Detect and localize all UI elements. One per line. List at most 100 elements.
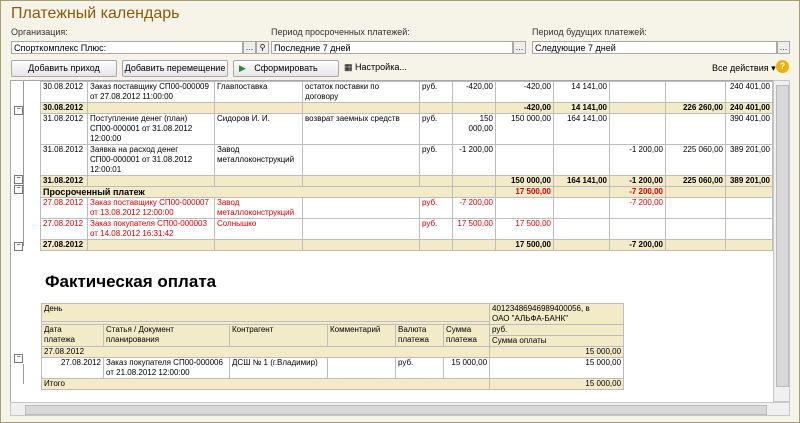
cell-sum: -420,00 <box>452 81 496 103</box>
cell-c2 <box>553 218 610 240</box>
future-period-button[interactable]: … <box>777 41 790 54</box>
cell-c2 <box>553 197 610 219</box>
cell-c1 <box>495 197 554 219</box>
settings-button[interactable]: ▦ Настройка... <box>344 62 407 73</box>
help-icon[interactable]: ? <box>776 60 789 73</box>
cell-date: 27.08.2012 <box>40 218 88 240</box>
cell-sum: -7 200,00 <box>452 197 496 219</box>
horizontal-scrollbar[interactable] <box>10 402 790 416</box>
cell-c4 <box>665 81 726 103</box>
row-comment <box>327 357 396 379</box>
cell-c5: 389 201,00 <box>725 175 773 187</box>
cell-c1: 17 500,00 <box>495 239 554 251</box>
collapse-icon[interactable]: − <box>14 354 23 363</box>
cell-comment: остаток поставки по договору <box>302 81 420 103</box>
cell-c4 <box>665 239 726 251</box>
cell-c2: 14 141,00 <box>553 102 610 114</box>
collapse-icon[interactable]: − <box>14 175 23 184</box>
cell-doc[interactable]: Заказ покупателя СП00-000003 от 14.08.20… <box>87 218 215 240</box>
cell-sum <box>452 175 496 187</box>
overdue-period-field[interactable]: Последние 7 дней <box>271 41 513 54</box>
row-currency: руб. <box>395 357 444 379</box>
cell-c5 <box>725 218 773 240</box>
play-icon: ▶ <box>239 63 246 73</box>
cell-c3: -7 200,00 <box>609 186 666 198</box>
add-income-button[interactable]: Добавить приход <box>11 60 117 77</box>
cell-comment <box>302 239 420 251</box>
col-comment: Комментарий <box>327 324 396 347</box>
cell-c5: 240 401,00 <box>725 81 773 103</box>
col-sum: Сумма платежа <box>442 324 491 347</box>
cell-cur: руб. <box>419 197 453 219</box>
cell-c2: 164 141,00 <box>553 113 610 145</box>
group-sum: 15 000,00 <box>489 346 625 358</box>
cell-c4 <box>665 113 726 145</box>
cell-comment: возврат заемных средств <box>302 113 420 145</box>
org-select-button[interactable]: … <box>243 41 256 54</box>
cell-cur: руб. <box>419 113 453 145</box>
collapse-icon[interactable]: − <box>14 185 23 194</box>
col-date: Дата платежа <box>41 324 104 347</box>
cell-doc[interactable]: Поступление денег (план) СП00-000001 от … <box>87 113 215 145</box>
future-period-field[interactable]: Следующие 7 дней <box>532 41 777 54</box>
cell-date: 31.08.2012 <box>40 175 88 187</box>
plan-table: 30.08.2012 Заказ поставщику СП00-000009 о… <box>40 81 773 251</box>
cell-c5 <box>725 239 773 251</box>
main-window: Платежный календарь Организация: Спортко… <box>0 0 800 423</box>
cell-date: 30.08.2012 <box>40 102 88 114</box>
cell-doc <box>87 102 215 114</box>
org-field[interactable]: Спорткомплекс Плюс: <box>11 41 243 54</box>
subtotal-row: 30.08.2012 -420,00 14 141,00 226 260,00 240 … <box>40 102 773 114</box>
outline-line <box>23 364 24 384</box>
table-row: 27.08.2012 Заказ поставщику СП00-000007 о… <box>40 197 773 219</box>
cell-doc[interactable]: Заказ поставщику СП00-000009 от 27.08.20… <box>87 81 215 103</box>
table-row: 31.08.2012 Заявка на расход денег СП00-00… <box>40 144 773 176</box>
vertical-scrollbar[interactable] <box>773 80 790 402</box>
cell-sum <box>452 102 496 114</box>
cell-c2: 14 141,00 <box>553 81 610 103</box>
horizontal-scroll-thumb[interactable] <box>25 405 767 415</box>
row-counterparty[interactable]: ДСШ № 1 (г.Владимир) <box>229 357 328 379</box>
settings-label: Настройка... <box>355 62 407 72</box>
cell-date: 30.08.2012 <box>40 81 88 103</box>
cell-counterparty: Завод металлоконструкций <box>214 197 303 219</box>
cell-cur: руб. <box>419 218 453 240</box>
cell-c4 <box>665 218 726 240</box>
cell-doc[interactable]: Заявка на расход денег СП00-000001 от 31… <box>87 144 215 176</box>
search-icon[interactable]: ⚲ <box>256 41 269 54</box>
outline-gutter: − − − − − <box>11 81 39 403</box>
settings-icon: ▦ <box>344 62 353 72</box>
cell-comment <box>302 144 420 176</box>
row-total: 15 000,00 <box>489 357 625 379</box>
cell-c2 <box>553 239 610 251</box>
fact-table: День 40123486946989400056, в ОАО "АЛЬФА-… <box>40 303 625 390</box>
add-move-button[interactable]: Добавить перемещение <box>122 60 228 77</box>
cell-counterparty: Главпоставка <box>214 81 303 103</box>
cell-c4 <box>665 197 726 219</box>
day-label: День <box>40 303 491 322</box>
cell-doc[interactable]: Заказ поставщику СП00-000007 от 13.08.20… <box>87 197 215 219</box>
account-header: 40123486946989400056, в ОАО "АЛЬФА-БАНК" <box>489 303 625 325</box>
cell-counterparty: Солнышко <box>214 218 303 240</box>
collapse-icon[interactable]: − <box>14 242 23 251</box>
vertical-scroll-thumb[interactable] <box>776 85 789 387</box>
row-date: 27.08.2012 <box>41 357 104 379</box>
row-doc[interactable]: Заказ покупателя СП00-000006 от 21.08.20… <box>103 357 230 379</box>
cell-doc <box>87 239 215 251</box>
cell-c3: -7 200,00 <box>609 239 666 251</box>
generate-button[interactable]: ▶ Сформировать <box>233 60 339 77</box>
collapse-icon[interactable]: − <box>14 106 23 115</box>
cell-cur: руб. <box>419 81 453 103</box>
report-area: − − − − − 30.08.2012 Заказ поставщику СП0… <box>10 80 774 404</box>
cell-counterparty <box>214 239 303 251</box>
generate-label: Сформировать <box>254 63 318 73</box>
org-label: Организация: <box>11 27 68 37</box>
table-row: 30.08.2012 Заказ поставщику СП00-000009 о… <box>40 81 773 103</box>
cell-date: 31.08.2012 <box>40 113 88 145</box>
overdue-period-button[interactable]: … <box>513 41 526 54</box>
cell-c1: -420,00 <box>495 81 554 103</box>
cell-cur <box>419 239 453 251</box>
all-actions-menu[interactable]: Все действия ▾ <box>712 63 776 74</box>
cell-doc <box>87 175 215 187</box>
cell-sum <box>452 186 496 198</box>
